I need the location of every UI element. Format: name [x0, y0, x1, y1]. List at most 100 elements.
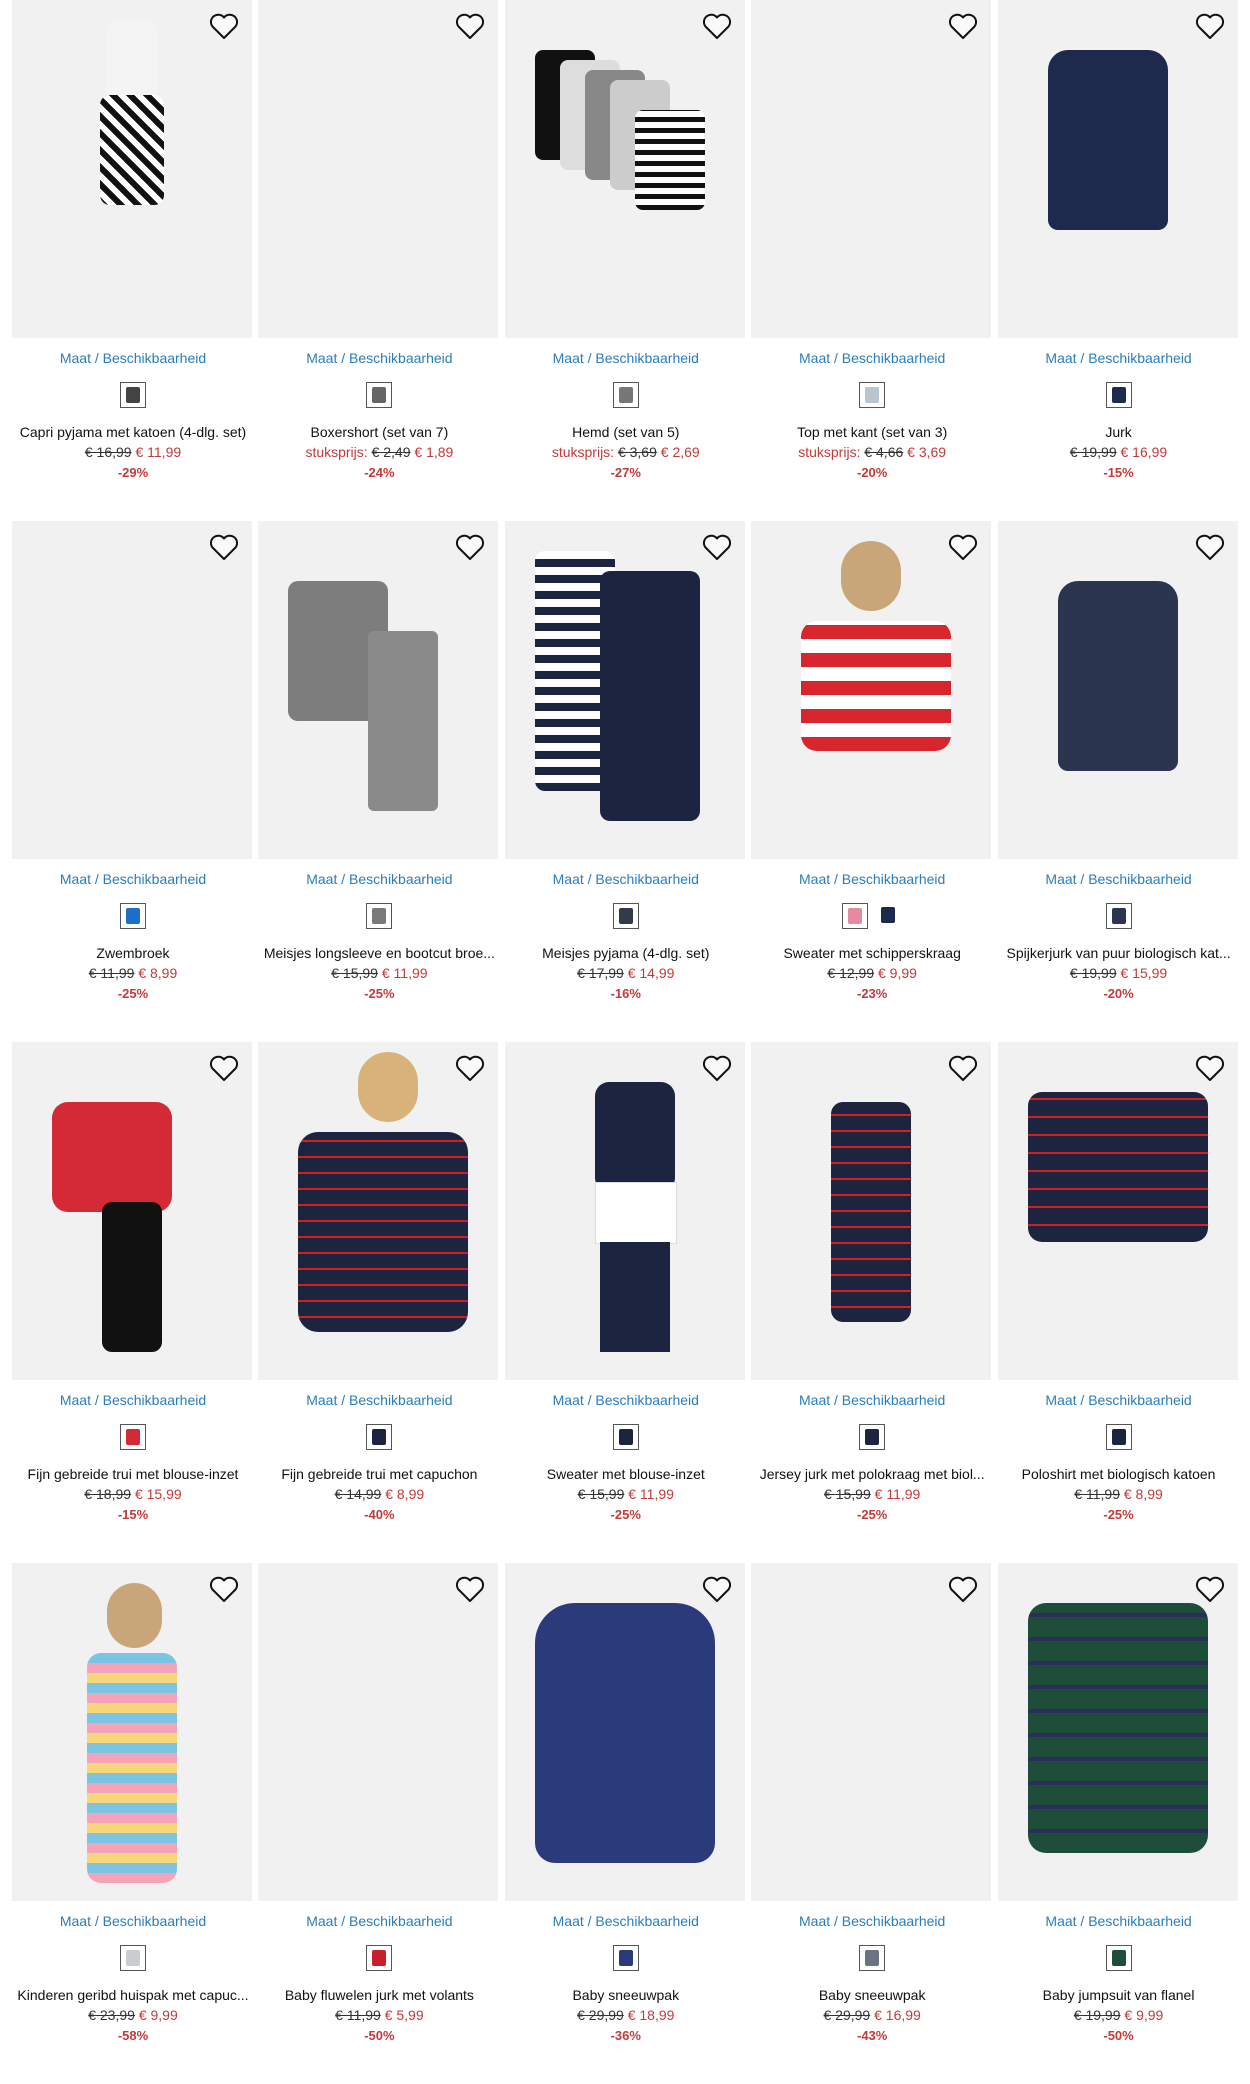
color-swatch[interactable] [366, 1424, 393, 1450]
product-title[interactable]: Fijn gebreide trui met blouse-inzet [10, 1466, 256, 1482]
product-image[interactable] [997, 521, 1238, 859]
color-swatch[interactable] [1105, 1945, 1132, 1971]
size-availability-link[interactable]: Maat / Beschikbaarheid [10, 1392, 256, 1408]
color-swatch[interactable] [612, 1424, 639, 1450]
color-swatch[interactable] [366, 1945, 393, 1971]
heart-icon[interactable] [701, 1052, 733, 1084]
product-title[interactable]: Zwembroek [10, 945, 256, 961]
heart-icon[interactable] [1194, 10, 1226, 42]
heart-icon[interactable] [947, 531, 979, 563]
size-availability-link[interactable]: Maat / Beschikbaarheid [256, 1392, 502, 1408]
product-card[interactable]: Maat / Beschikbaarheid Fijn gebreide tru… [10, 1042, 256, 1563]
product-title[interactable]: Baby fluwelen jurk met volants [256, 1987, 502, 2003]
product-title[interactable]: Baby sneeuwpak [749, 1987, 995, 2003]
product-card[interactable]: Maat / Beschikbaarheid Baby fluwelen jur… [256, 1563, 502, 2084]
product-image[interactable] [997, 1563, 1238, 1901]
product-image[interactable] [751, 0, 992, 338]
product-title[interactable]: Baby jumpsuit van flanel [996, 1987, 1242, 2003]
product-title[interactable]: Baby sneeuwpak [503, 1987, 749, 2003]
heart-icon[interactable] [947, 1573, 979, 1605]
product-image[interactable] [258, 521, 499, 859]
size-availability-link[interactable]: Maat / Beschikbaarheid [996, 1913, 1242, 1929]
product-image[interactable] [258, 1042, 499, 1380]
size-availability-link[interactable]: Maat / Beschikbaarheid [10, 871, 256, 887]
size-availability-link[interactable]: Maat / Beschikbaarheid [256, 871, 502, 887]
color-swatch[interactable] [859, 1424, 886, 1450]
product-title[interactable]: Fijn gebreide trui met capuchon [256, 1466, 502, 1482]
size-availability-link[interactable]: Maat / Beschikbaarheid [996, 871, 1242, 887]
size-availability-link[interactable]: Maat / Beschikbaarheid [749, 1913, 995, 1929]
product-title[interactable]: Kinderen geribd huispak met capuc... [10, 1987, 256, 2003]
heart-icon[interactable] [208, 1052, 240, 1084]
size-availability-link[interactable]: Maat / Beschikbaarheid [503, 871, 749, 887]
product-card[interactable]: Maat / Beschikbaarheid Top met kant (set… [749, 0, 995, 521]
product-title[interactable]: Meisjes pyjama (4-dlg. set) [503, 945, 749, 961]
heart-icon[interactable] [454, 10, 486, 42]
product-title[interactable]: Spijkerjurk van puur biologisch kat... [996, 945, 1242, 961]
size-availability-link[interactable]: Maat / Beschikbaarheid [503, 350, 749, 366]
size-availability-link[interactable]: Maat / Beschikbaarheid [503, 1913, 749, 1929]
product-image[interactable] [997, 0, 1238, 338]
heart-icon[interactable] [947, 10, 979, 42]
product-image[interactable] [504, 0, 745, 338]
product-card[interactable]: Maat / Beschikbaarheid Hemd (set van 5) … [503, 0, 749, 521]
heart-icon[interactable] [454, 1573, 486, 1605]
heart-icon[interactable] [1194, 531, 1226, 563]
product-image[interactable] [258, 1563, 499, 1901]
heart-icon[interactable] [1194, 1573, 1226, 1605]
product-image[interactable] [997, 1042, 1238, 1380]
color-swatch[interactable] [612, 903, 639, 929]
product-image[interactable] [258, 0, 499, 338]
color-swatch[interactable] [120, 903, 146, 929]
product-title[interactable]: Jurk [996, 424, 1242, 440]
heart-icon[interactable] [701, 531, 733, 563]
product-card[interactable]: Maat / Beschikbaarheid Meisjes longsleev… [256, 521, 502, 1042]
product-image[interactable] [12, 0, 252, 338]
size-availability-link[interactable]: Maat / Beschikbaarheid [749, 871, 995, 887]
product-title[interactable]: Top met kant (set van 3) [749, 424, 995, 440]
color-swatch[interactable] [120, 382, 146, 408]
product-card[interactable]: Maat / Beschikbaarheid Fijn gebreide tru… [256, 1042, 502, 1563]
product-card[interactable]: Maat / Beschikbaarheid Jurk € 19,99 € 16… [996, 0, 1242, 521]
product-card[interactable]: Maat / Beschikbaarheid Sweater met blous… [503, 1042, 749, 1563]
heart-icon[interactable] [208, 1573, 240, 1605]
product-card[interactable]: Maat / Beschikbaarheid Boxershort (set v… [256, 0, 502, 521]
product-card[interactable]: Maat / Beschikbaarheid Meisjes pyjama (4… [503, 521, 749, 1042]
product-title[interactable]: Sweater met blouse-inzet [503, 1466, 749, 1482]
heart-icon[interactable] [208, 10, 240, 42]
size-availability-link[interactable]: Maat / Beschikbaarheid [256, 350, 502, 366]
heart-icon[interactable] [454, 1052, 486, 1084]
product-image[interactable] [504, 1042, 745, 1380]
size-availability-link[interactable]: Maat / Beschikbaarheid [996, 1392, 1242, 1408]
heart-icon[interactable] [454, 531, 486, 563]
product-card[interactable]: Maat / Beschikbaarheid Poloshirt met bio… [996, 1042, 1242, 1563]
heart-icon[interactable] [1194, 1052, 1226, 1084]
heart-icon[interactable] [701, 1573, 733, 1605]
color-swatch[interactable] [120, 1424, 146, 1450]
product-title[interactable]: Capri pyjama met katoen (4-dlg. set) [10, 424, 256, 440]
product-title[interactable]: Sweater met schipperskraag [749, 945, 995, 961]
product-image[interactable] [504, 1563, 745, 1901]
color-swatch[interactable] [120, 1945, 146, 1971]
size-availability-link[interactable]: Maat / Beschikbaarheid [996, 350, 1242, 366]
product-card[interactable]: Maat / Beschikbaarheid Kinderen geribd h… [10, 1563, 256, 2084]
product-image[interactable] [751, 521, 992, 859]
product-card[interactable]: Maat / Beschikbaarheid Baby sneeuwpak € … [749, 1563, 995, 2084]
size-availability-link[interactable]: Maat / Beschikbaarheid [749, 350, 995, 366]
color-swatch[interactable] [876, 903, 903, 929]
color-swatch[interactable] [612, 382, 639, 408]
product-title[interactable]: Hemd (set van 5) [503, 424, 749, 440]
product-title[interactable]: Jersey jurk met polokraag met biol... [749, 1466, 995, 1482]
color-swatch[interactable] [612, 1945, 639, 1971]
product-title[interactable]: Meisjes longsleeve en bootcut broe... [256, 945, 502, 961]
product-image[interactable] [504, 521, 745, 859]
color-swatch[interactable] [366, 903, 393, 929]
color-swatch[interactable] [1105, 903, 1132, 929]
product-image[interactable] [12, 1042, 252, 1380]
product-card[interactable]: Maat / Beschikbaarheid Baby jumpsuit van… [996, 1563, 1242, 2084]
color-swatch[interactable] [366, 382, 393, 408]
size-availability-link[interactable]: Maat / Beschikbaarheid [10, 350, 256, 366]
product-card[interactable]: Maat / Beschikbaarheid Sweater met schip… [749, 521, 995, 1042]
product-card[interactable]: Maat / Beschikbaarheid Spijkerjurk van p… [996, 521, 1242, 1042]
product-card[interactable]: Maat / Beschikbaarheid Jersey jurk met p… [749, 1042, 995, 1563]
